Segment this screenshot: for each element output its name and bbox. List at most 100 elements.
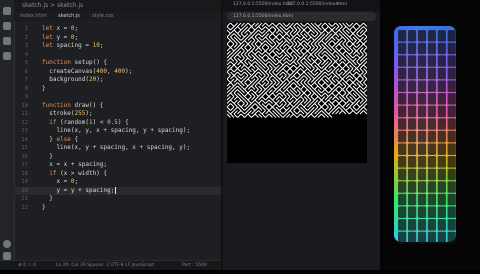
code-area[interactable]: 1 let x = 0; 2 let y = 0; 3 let spacing = 10;… xyxy=(14,21,221,261)
code-line[interactable]: 1 let x = 0; xyxy=(14,25,221,34)
code-line[interactable]: 17 x = x + spacing; xyxy=(14,161,221,170)
cursor-position[interactable]: Ln 20, Col 29 Spaces: 2 UTF-8 LF JavaScr… xyxy=(56,263,154,268)
keyboard-key xyxy=(437,29,447,42)
account-icon[interactable] xyxy=(3,240,11,248)
new-tab-button[interactable]: + xyxy=(335,2,339,10)
keyboard-key xyxy=(417,67,427,80)
keyboard-key xyxy=(417,193,427,206)
code-line[interactable]: 11 stroke(255); xyxy=(14,110,221,119)
keyboard-key xyxy=(427,55,437,68)
browser-window: 127.0.0.1:5500/index.html 127.0.0.1:5500… xyxy=(223,0,380,270)
source-control-icon[interactable] xyxy=(3,37,11,45)
keyboard-key xyxy=(427,143,437,156)
tab-index-html[interactable]: index.html xyxy=(20,13,47,19)
code-line[interactable]: 3 let spacing = 10; xyxy=(14,42,221,51)
code-text[interactable]: } else { xyxy=(42,136,78,145)
keyboard-key xyxy=(407,143,417,156)
extensions-icon[interactable] xyxy=(3,52,11,60)
keyboard-key xyxy=(417,155,427,168)
code-text[interactable]: line(x, y, x + spacing, y + spacing); xyxy=(42,127,190,136)
address-bar[interactable]: 127.0.0.1:5500/index.html xyxy=(227,12,376,21)
keyboard-key xyxy=(397,105,407,118)
code-line[interactable]: 6 createCanvas(400, 400); xyxy=(14,68,221,77)
line-number: 9 xyxy=(24,94,28,100)
line-number: 20 xyxy=(21,187,28,194)
code-line[interactable]: 19 x = 0; xyxy=(14,178,221,187)
line-number: 22 xyxy=(21,204,28,211)
keyboard-key xyxy=(427,193,437,206)
code-line[interactable]: 22} xyxy=(14,204,221,213)
browser-tab-1[interactable]: 127.0.0.1:5500/index.html xyxy=(233,2,293,10)
code-text[interactable]: if (random(1) < 0.5) { xyxy=(42,119,129,128)
code-line[interactable]: 15 line(x, y + spacing, x + spacing, y); xyxy=(14,144,221,153)
code-text[interactable]: line(x, y + spacing, x + spacing, y); xyxy=(42,144,190,153)
keyboard-key xyxy=(427,117,437,130)
code-text[interactable]: let y = 0; xyxy=(42,34,78,43)
keyboard-key xyxy=(397,143,407,156)
code-line[interactable]: 18 if (x > width) { xyxy=(14,170,221,179)
keyboard-key xyxy=(437,180,447,193)
code-line[interactable]: 10 function draw() { xyxy=(14,102,221,111)
code-text[interactable]: } xyxy=(42,85,46,94)
code-line[interactable]: 14 } else { xyxy=(14,136,221,145)
code-line[interactable]: 21 } xyxy=(14,195,221,204)
code-text[interactable]: } xyxy=(42,195,53,204)
keyboard-key xyxy=(417,80,427,93)
code-line[interactable]: 9 xyxy=(14,93,221,102)
code-text[interactable]: } xyxy=(42,153,53,162)
code-text[interactable]: let x = 0; xyxy=(42,25,78,34)
code-text[interactable]: stroke(255); xyxy=(42,110,92,119)
code-line[interactable]: 4 xyxy=(14,51,221,60)
keyboard-key xyxy=(397,130,407,143)
code-line[interactable]: 2 let y = 0; xyxy=(14,34,221,43)
keyboard-key xyxy=(427,80,437,93)
tab-sketch-js[interactable]: sketch.js xyxy=(58,13,80,19)
code-text[interactable]: createCanvas(400, 400); xyxy=(42,68,132,77)
gear-icon[interactable] xyxy=(3,252,11,260)
keyboard-key xyxy=(417,206,427,219)
code-text[interactable]: function draw() { xyxy=(42,102,103,111)
status-bar: ⊗ 0 ⚠ 0 Ln 20, Col 29 Spaces: 2 UTF-8 LF… xyxy=(0,260,221,270)
keyboard-key xyxy=(437,92,447,105)
keyboard-key xyxy=(417,130,427,143)
breadcrumb[interactable]: sketch.js > sketch.js xyxy=(22,2,83,9)
browser-tabstrip: 127.0.0.1:5500/index.html 127.0.0.1:5500… xyxy=(223,0,380,11)
code-text[interactable]: function setup() { xyxy=(42,59,107,68)
tab-style-css[interactable]: style.css xyxy=(92,13,114,19)
line-number: 12 xyxy=(21,119,28,126)
keyboard-key xyxy=(417,29,427,42)
keyboard-key xyxy=(427,168,437,181)
code-line[interactable]: 16 } xyxy=(14,153,221,162)
address-text: 127.0.0.1:5500/index.html xyxy=(233,14,293,19)
code-text[interactable]: y = y + spacing; xyxy=(42,186,117,196)
keyboard-key xyxy=(447,92,457,105)
code-text[interactable]: if (x > width) { xyxy=(42,170,107,179)
code-text[interactable]: x = x + spacing; xyxy=(42,161,107,170)
keyboard-key xyxy=(427,92,437,105)
keyboard-key xyxy=(427,130,437,143)
code-text[interactable]: let spacing = 10; xyxy=(42,42,103,51)
code-text[interactable]: } xyxy=(42,204,46,213)
keyboard-key xyxy=(397,67,407,80)
code-text[interactable]: x = 0; xyxy=(42,178,78,187)
keyboard-key xyxy=(427,218,437,231)
code-text[interactable]: background(20); xyxy=(42,76,103,85)
search-icon[interactable] xyxy=(3,22,11,30)
code-line[interactable]: 7 background(20); xyxy=(14,76,221,85)
code-line[interactable]: 13 line(x, y, x + spacing, y + spacing); xyxy=(14,127,221,136)
keyboard-key xyxy=(437,55,447,68)
problems-indicator[interactable]: ⊗ 0 ⚠ 0 xyxy=(18,263,36,268)
keyboard-key xyxy=(417,105,427,118)
keyboard-key xyxy=(447,180,457,193)
code-line[interactable]: 8} xyxy=(14,85,221,94)
code-line[interactable]: 20 y = y + spacing; xyxy=(14,186,221,196)
code-line[interactable]: 12 if (random(1) < 0.5) { xyxy=(14,119,221,128)
keyboard-key xyxy=(407,218,417,231)
explorer-icon[interactable] xyxy=(3,7,11,15)
keyboard-key xyxy=(397,180,407,193)
live-server-port[interactable]: Port : 5500 xyxy=(182,263,207,268)
keyboard-key xyxy=(407,67,417,80)
code-line[interactable]: 5 function setup() { xyxy=(14,59,221,68)
keyboard-key xyxy=(427,105,437,118)
keyboard-key xyxy=(427,206,437,219)
